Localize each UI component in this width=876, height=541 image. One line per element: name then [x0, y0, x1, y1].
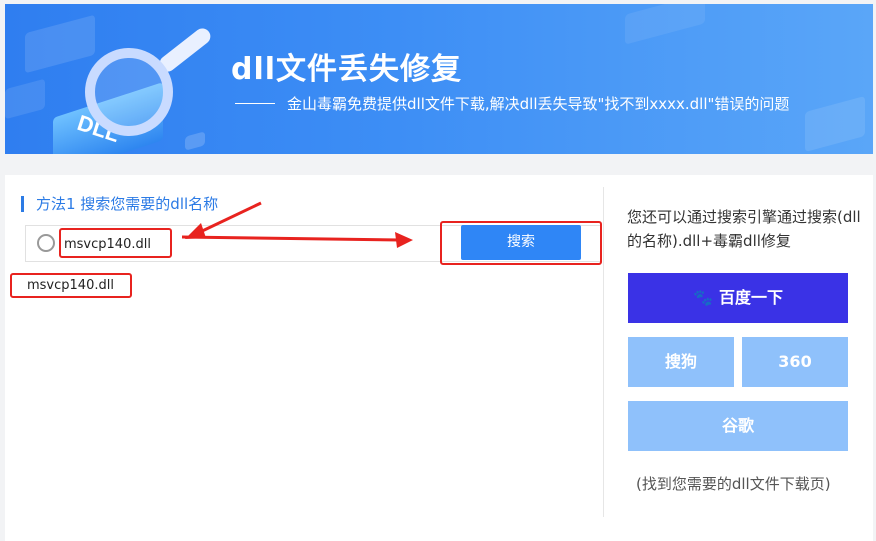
- paw-icon: 🐾: [693, 288, 713, 307]
- page-title: dll文件丢失修复: [231, 52, 463, 87]
- subtitle-dash: [235, 103, 275, 104]
- decor-block: [625, 4, 705, 45]
- engines-footer: (找到您需要的dll文件下载页): [636, 475, 831, 493]
- column-divider: [603, 187, 604, 517]
- arrow-head-right: [395, 232, 413, 248]
- search-section: 方法1 搜索您需要的dll名称 搜索 msvcp140.dll: [5, 175, 602, 541]
- arrow-to-input: [197, 201, 262, 235]
- decor-block: [25, 14, 95, 74]
- main-panel: 方法1 搜索您需要的dll名称 搜索 msvcp140.dll 您还可以通过搜索…: [5, 175, 873, 541]
- engines-description: 您还可以通过搜索引擎通过搜索(dll的名称).dll+毒霸dll修复: [627, 208, 861, 250]
- arrow-to-button: [181, 235, 401, 242]
- decor-block: [805, 95, 865, 153]
- decor-block: [5, 78, 45, 120]
- page-subtitle: 金山毒霸免费提供dll文件下载,解决dll丢失导致"找不到xxxx.dll"错误…: [287, 95, 790, 113]
- baidu-button[interactable]: 🐾 百度一下: [628, 273, 848, 323]
- hero-banner: DLL dll文件丢失修复 金山毒霸免费提供dll文件下载,解决dll丢失导致"…: [5, 4, 873, 154]
- 360-button[interactable]: 360: [742, 337, 848, 387]
- annotation-arrows: [181, 201, 413, 248]
- baidu-label: 百度一下: [718, 288, 783, 307]
- google-button[interactable]: 谷歌: [628, 401, 848, 451]
- search-engines-section: 您还可以通过搜索引擎通过搜索(dll的名称).dll+毒霸dll修复 🐾 百度一下…: [605, 175, 873, 541]
- magnifier-icon: [85, 48, 173, 136]
- sogou-button[interactable]: 搜狗: [628, 337, 734, 387]
- arrow-head-left: [185, 223, 206, 239]
- decor-block: [185, 131, 205, 151]
